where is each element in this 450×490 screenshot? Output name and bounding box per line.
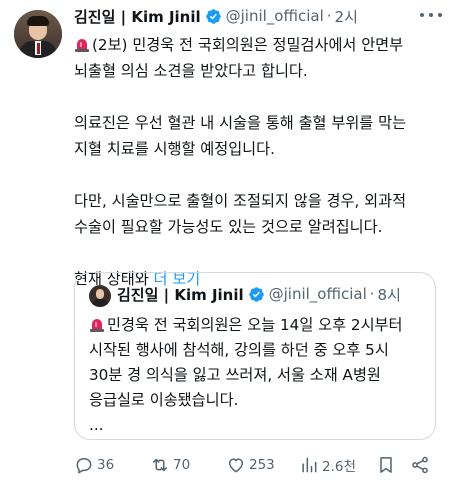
quoted-header: 김진일 | Kim Jinil @jinil_official · 8시 (117, 283, 401, 305)
quoted-text: 민경욱 전 국회의원은 오늘 14일 오후 2시부터 시작된 행사에 참석해, … (89, 313, 425, 438)
views-chart-icon (302, 457, 317, 473)
verified-badge-icon (205, 8, 221, 24)
author-name[interactable]: 김진일 | Kim Jinil (74, 6, 201, 27)
rotating-light-icon (90, 319, 104, 332)
retweet-count: 70 (173, 457, 191, 473)
author-handle[interactable]: @jinil_official (226, 7, 324, 25)
share-button[interactable] (410, 452, 433, 478)
views-button[interactable]: 2.6천 (299, 452, 356, 478)
verified-badge-icon (248, 286, 264, 302)
like-button[interactable]: 253 (226, 452, 275, 478)
bookmark-icon (380, 457, 392, 473)
heart-icon (228, 458, 244, 473)
reply-button[interactable]: 36 (74, 452, 114, 478)
like-count: 253 (249, 457, 275, 473)
tweet-line: 의료진은 우선 혈관 내 시술을 통해 출혈 부위를 막는 (74, 114, 407, 132)
quoted-line: 응급실로 이송됐습니다. (89, 391, 239, 409)
separator-dot: · (326, 7, 332, 25)
tweet-line: 지혈 치료를 시행할 예정입니다. (74, 140, 275, 158)
separator-dot: · (369, 285, 375, 303)
quoted-author-avatar (89, 285, 111, 307)
reply-count: 36 (97, 457, 115, 473)
tweet-line: (2보) 민경욱 전 국회의원은 정밀검사에서 안면부 (74, 32, 442, 58)
retweet-icon (153, 458, 167, 472)
quoted-tweet[interactable]: 김진일 | Kim Jinil @jinil_official · 8시 민경욱… (74, 272, 436, 440)
quoted-author-handle: @jinil_official (268, 285, 367, 303)
tweet-header: 김진일 | Kim Jinil @jinil_official · 2시 (74, 5, 358, 27)
quoted-line: 시작된 행사에 참석해, 강의를 하던 중 오후 5시 (89, 341, 389, 359)
tweet-line: 수술이 필요할 가능성도 있는 것으로 알려집니다. (74, 218, 383, 236)
reply-icon (76, 457, 92, 474)
retweet-button[interactable]: 70 (150, 452, 190, 478)
tweet-line: 뇌출혈 의심 소견을 받았다고 합니다. (74, 62, 308, 80)
quoted-author-name: 김진일 | Kim Jinil (117, 285, 244, 304)
quoted-line: 민경욱 전 국회의원은 오늘 14일 오후 2시부터 (89, 313, 425, 338)
share-icon (412, 456, 428, 474)
tweet-text: (2보) 민경욱 전 국회의원은 정밀검사에서 안면부 뇌출혈 의심 소견을 받… (74, 32, 442, 292)
action-bar: 36 70 253 2.6천 (74, 452, 442, 478)
author-avatar[interactable] (14, 10, 62, 58)
quoted-line: 30분 경 의식을 잃고 쓰러져, 서울 소재 A병원 (89, 366, 381, 384)
quoted-line: ... (89, 416, 104, 434)
tweet-line: 다만, 시술만으로 출혈이 조절되지 않을 경우, 외과적 (74, 192, 407, 210)
quoted-time: 8시 (377, 285, 401, 304)
rotating-light-icon (75, 39, 89, 52)
tweet-time[interactable]: 2시 (335, 6, 358, 27)
bookmark-button[interactable] (376, 452, 399, 478)
views-count: 2.6천 (322, 459, 356, 475)
more-dots-icon[interactable] (420, 7, 442, 23)
